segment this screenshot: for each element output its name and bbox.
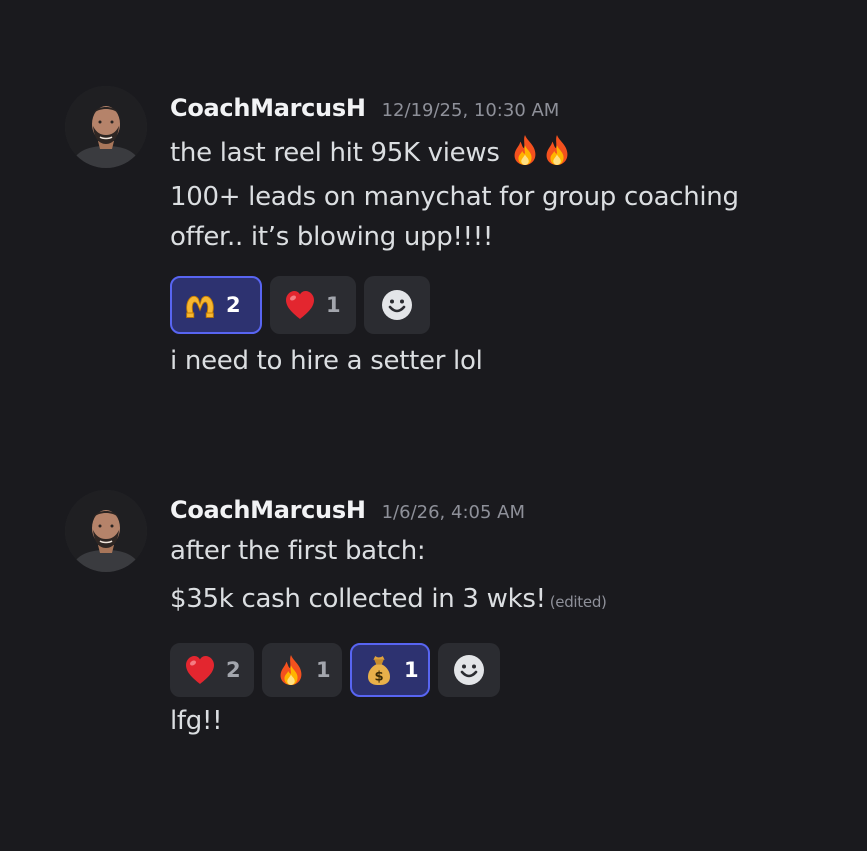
reaction-heart-hands[interactable]: 2 <box>170 276 262 334</box>
reaction-red-heart[interactable]: 2 <box>170 643 254 697</box>
reaction-count: 2 <box>226 293 241 317</box>
reaction-red-heart[interactable]: 1 <box>270 276 356 334</box>
message-text: lfg!! <box>170 706 223 736</box>
avatar[interactable] <box>65 490 147 572</box>
reaction-count: 1 <box>404 658 419 682</box>
user-avatar-image <box>65 490 147 572</box>
reactions-bar: 2 1 <box>170 276 430 334</box>
message-text: 100+ leads on manychat for group coachin… <box>170 182 739 212</box>
username[interactable]: CoachMarcusH <box>170 496 366 524</box>
red-heart-emoji-icon <box>284 289 316 321</box>
reaction-count: 1 <box>326 293 341 317</box>
message-text: the last reel hit 95K views <box>170 134 572 168</box>
smile-icon <box>453 654 485 686</box>
heart-hands-emoji-icon <box>184 289 216 321</box>
user-avatar-image <box>65 86 147 168</box>
reaction-count: 2 <box>226 658 241 682</box>
username[interactable]: CoachMarcusH <box>170 94 366 122</box>
edited-label[interactable]: (edited) <box>550 593 607 611</box>
message-header: CoachMarcusH 1/6/26, 4:05 AM <box>170 496 525 530</box>
fire-emoji-icon <box>510 134 540 166</box>
fire-emoji-icon <box>542 134 572 166</box>
reaction-fire[interactable]: 1 <box>262 643 342 697</box>
reaction-money-bag[interactable]: 1 <box>350 643 430 697</box>
reaction-count: 1 <box>316 658 331 682</box>
smile-icon <box>381 289 413 321</box>
timestamp[interactable]: 12/19/25, 10:30 AM <box>382 100 560 121</box>
money-bag-emoji-icon <box>364 654 394 686</box>
message-text: after the first batch: <box>170 536 426 566</box>
message-text-line: the last reel hit 95K views <box>170 138 500 168</box>
add-reaction-button[interactable] <box>364 276 430 334</box>
message-text-line: $35k cash collected in 3 wks! <box>170 584 546 614</box>
message-text: i need to hire a setter lol <box>170 346 483 376</box>
reactions-bar: 2 1 1 <box>170 643 500 697</box>
red-heart-emoji-icon <box>184 654 216 686</box>
add-reaction-button[interactable] <box>438 643 500 697</box>
message-text: offer.. it’s blowing upp!!!! <box>170 222 493 252</box>
message-header: CoachMarcusH 12/19/25, 10:30 AM <box>170 94 559 128</box>
message-text: $35k cash collected in 3 wks! (edited) <box>170 584 607 614</box>
timestamp[interactable]: 1/6/26, 4:05 AM <box>382 502 525 523</box>
avatar[interactable] <box>65 86 147 168</box>
fire-emoji-icon <box>276 654 306 686</box>
